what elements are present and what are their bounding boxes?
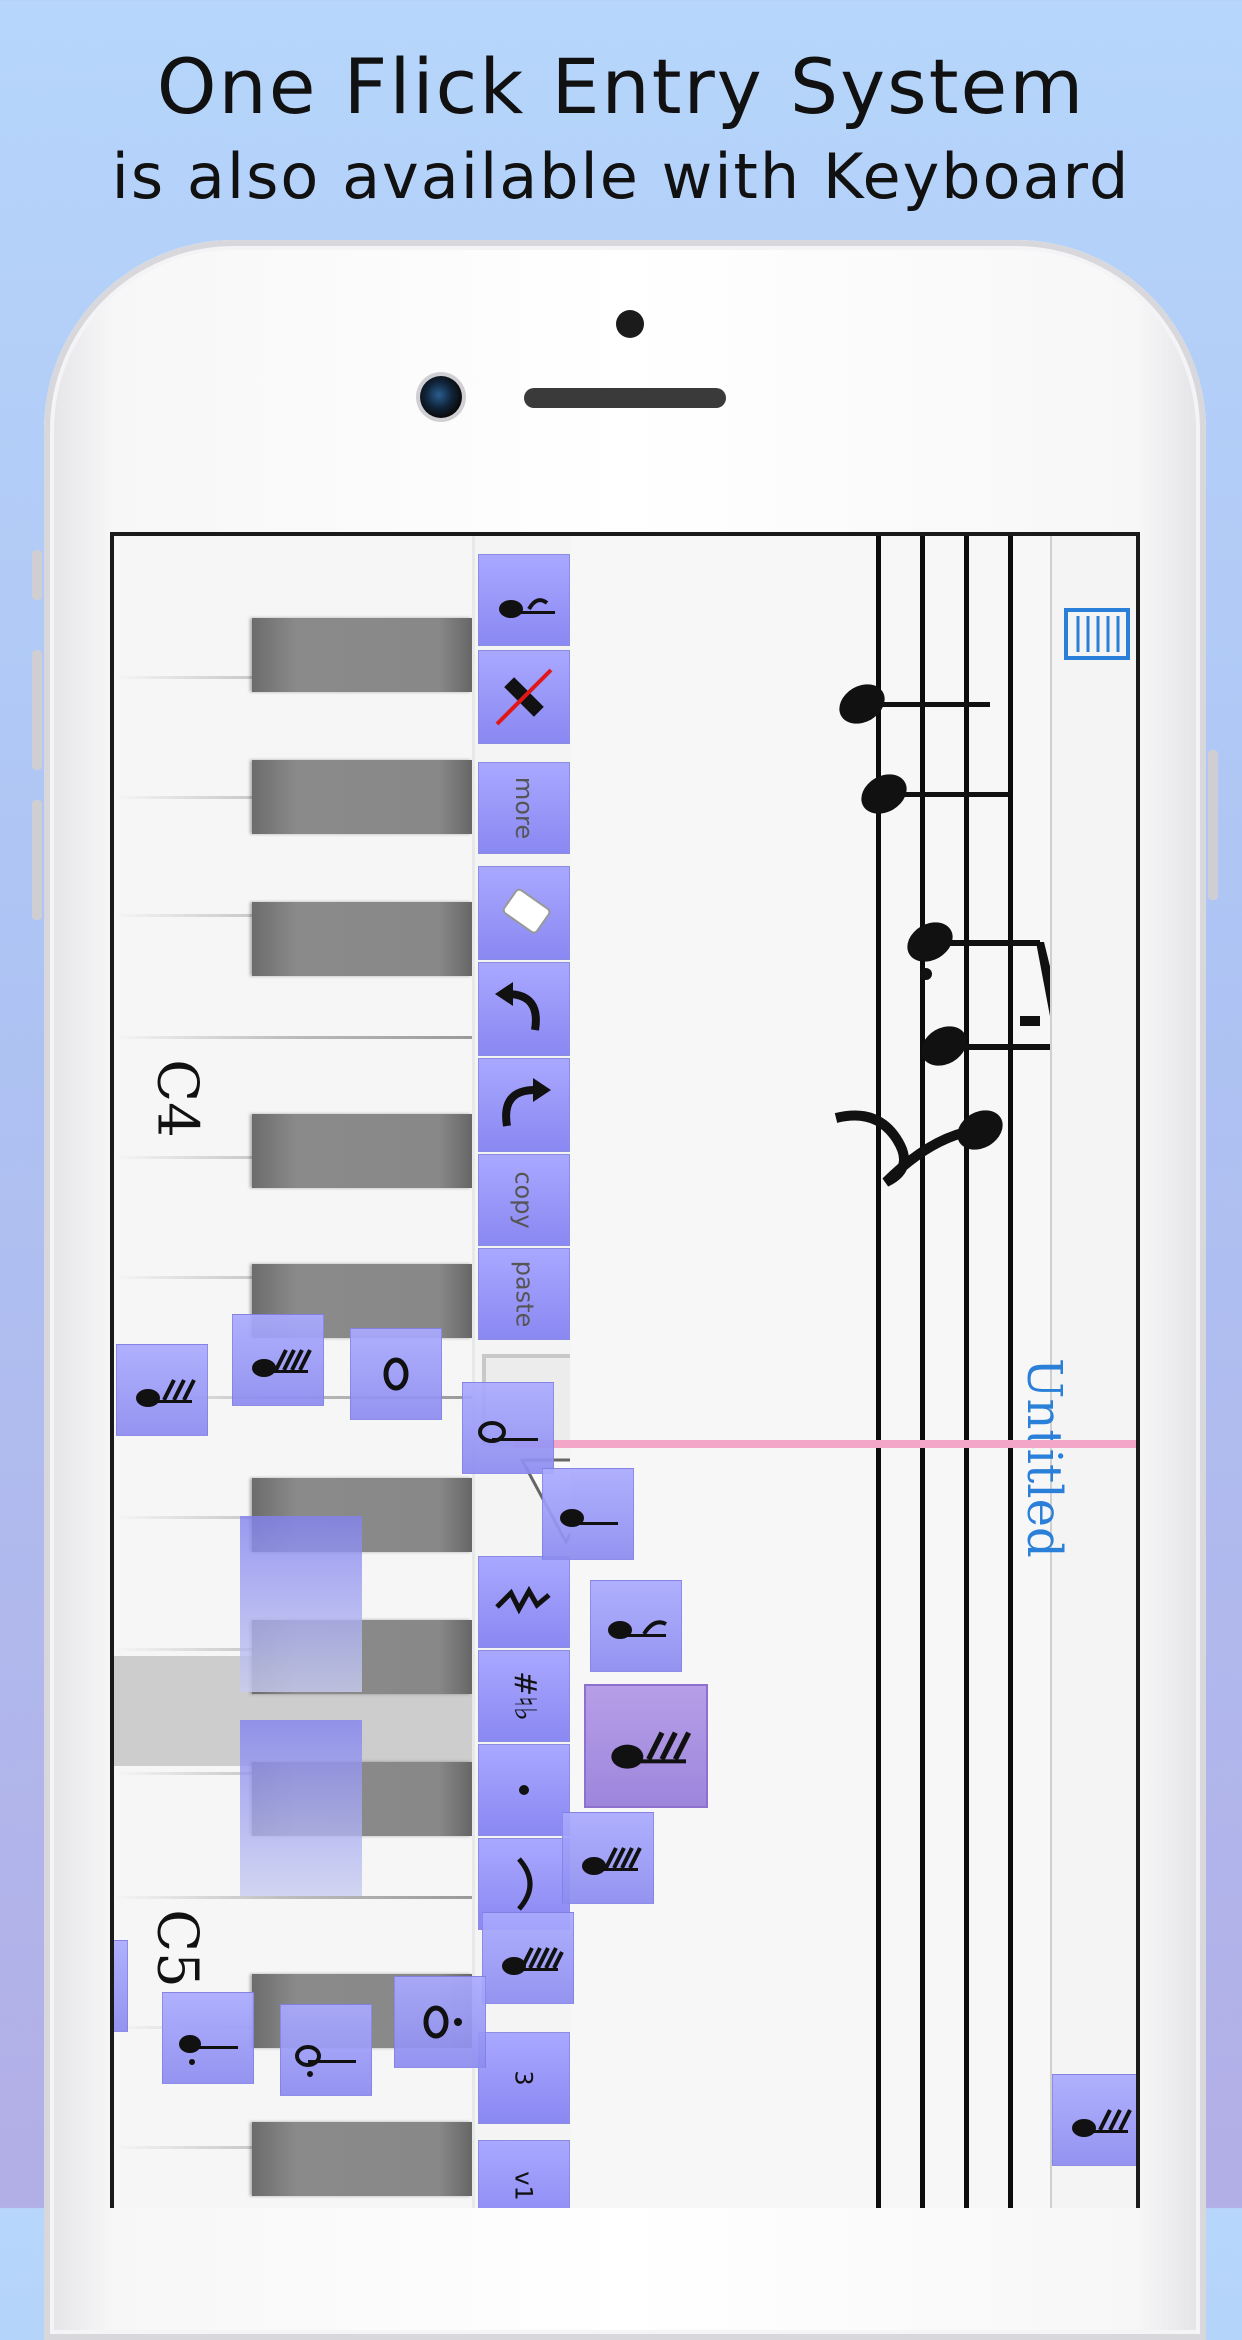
flick-option-dotted-whole[interactable] <box>394 1976 486 2068</box>
black-key[interactable] <box>252 902 472 976</box>
headline-subtitle: is also available with Keyboard <box>111 140 1131 213</box>
key-press-highlight <box>240 1720 362 1896</box>
key-press-highlight <box>240 1516 362 1692</box>
32nd-note-icon <box>1072 2109 1132 2137</box>
dot-button[interactable] <box>478 1744 570 1836</box>
white-key-divider <box>114 1036 474 1039</box>
undo-button[interactable] <box>478 962 570 1056</box>
accidentals-button[interactable]: #♮♭ <box>478 1650 570 1742</box>
white-key-divider <box>114 1896 474 1899</box>
keyboard-separator <box>472 536 475 2208</box>
volume-up-button <box>32 650 42 770</box>
paste-label: paste <box>510 1260 538 1328</box>
copy-label: copy <box>509 1171 538 1229</box>
volume-down-button <box>32 800 42 920</box>
flick-option-half[interactable] <box>462 1382 554 1474</box>
black-key[interactable] <box>252 1114 472 1188</box>
flick-option-dotted-half[interactable] <box>280 2004 372 2096</box>
key-label-c5: C5 <box>144 1909 210 1988</box>
pencil-crossed-icon <box>495 668 553 726</box>
redo-icon <box>502 1078 551 1127</box>
entry-mode-indicator[interactable] <box>1052 2074 1136 2166</box>
note-icon <box>499 598 555 618</box>
score-area[interactable]: 1 <box>570 536 1070 2208</box>
svg-text:#♮♭: #♮♭ <box>507 1671 542 1721</box>
rest-icon <box>495 1585 551 1615</box>
rest-button[interactable] <box>478 1556 570 1648</box>
flick-option-quarter[interactable] <box>542 1468 634 1560</box>
more-label: more <box>509 776 538 840</box>
front-camera <box>420 376 462 418</box>
flick-option-selected-32nd[interactable] <box>584 1684 708 1808</box>
dotted-quarter-note-icon <box>179 2035 238 2065</box>
power-button <box>1208 750 1218 900</box>
copy-button[interactable]: copy <box>478 1154 570 1246</box>
black-key[interactable] <box>252 618 472 692</box>
eraser-icon <box>502 888 551 934</box>
headline-title: One Flick Entry System <box>156 42 1086 131</box>
tie-icon <box>517 1857 533 1911</box>
flick-option-partial[interactable] <box>114 1940 128 2032</box>
app-screen: C4 C5 more copy paste #♮♭ 3 v1 Untitled <box>110 532 1140 2208</box>
score-title[interactable]: Untitled <box>1016 1358 1072 1558</box>
dotted-whole-note-icon <box>423 2005 462 2039</box>
64th-note-icon <box>252 1349 312 1377</box>
key-label-c4: C4 <box>144 1059 210 1138</box>
whole-note-icon <box>383 1357 409 1391</box>
list-icon[interactable] <box>1064 606 1130 662</box>
black-key[interactable] <box>252 760 472 834</box>
pencil-off-button[interactable] <box>478 650 570 744</box>
flick-option-eighth[interactable] <box>590 1580 682 1672</box>
quarter-note-icon <box>560 1509 618 1527</box>
more-button[interactable]: more <box>478 762 570 854</box>
flick-option-128th[interactable] <box>482 1912 574 2004</box>
input-cursor-line <box>514 1440 1136 1448</box>
triplet-button[interactable]: 3 <box>478 2032 570 2124</box>
flick-option-64th[interactable] <box>562 1812 654 1904</box>
front-sensor <box>616 310 644 338</box>
flick-option-dotted-quarter[interactable] <box>162 1992 254 2084</box>
earpiece-speaker <box>524 388 726 408</box>
paste-button[interactable]: paste <box>478 1248 570 1340</box>
32nd-note-icon <box>136 1379 196 1407</box>
flick-option-whole[interactable] <box>350 1328 442 1420</box>
undo-icon <box>495 982 540 1031</box>
mute-switch <box>32 550 42 600</box>
sharp-natural-flat-icon: #♮♭ <box>507 1671 542 1721</box>
flick-option-64th[interactable] <box>232 1314 324 1406</box>
64th-note-icon <box>582 1847 642 1875</box>
redo-button[interactable] <box>478 1058 570 1152</box>
32nd-note-icon <box>611 1731 692 1769</box>
triplet-label: 3 <box>510 2070 538 2086</box>
voice-button[interactable]: v1 <box>478 2140 570 2208</box>
eighth-note-icon <box>608 1620 667 1639</box>
black-key[interactable] <box>252 2122 472 2196</box>
dot-icon <box>519 1785 529 1795</box>
note-entry-button[interactable] <box>478 554 570 646</box>
voice-label: v1 <box>509 2171 538 2201</box>
dotted-half-note-icon <box>295 2045 356 2077</box>
half-note-icon <box>478 1421 538 1443</box>
flick-option-32nd[interactable] <box>116 1344 208 1436</box>
eraser-button[interactable] <box>478 866 570 960</box>
128th-note-icon <box>502 1947 564 1975</box>
